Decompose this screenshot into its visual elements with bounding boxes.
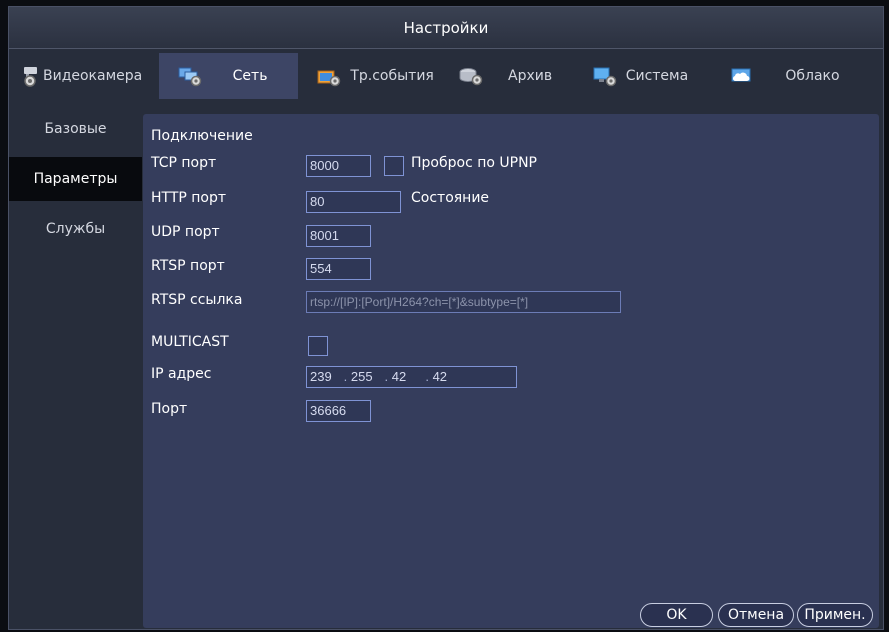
tcp-port-label: TCP порт — [151, 155, 217, 171]
archive-icon — [458, 65, 484, 87]
settings-window: Настройки Видеокамера Сеть Тр.события Ар… — [8, 6, 884, 630]
rtsp-port-field[interactable]: 554 — [306, 258, 371, 280]
sidebar-item-basic[interactable]: Базовые — [9, 107, 142, 151]
tcp-port-field[interactable]: 8000 — [306, 155, 371, 177]
sidebar: Базовые Параметры Службы — [9, 107, 142, 627]
ip-octet-4[interactable]: 42 — [433, 367, 459, 387]
sidebar-item-services[interactable]: Службы — [9, 207, 142, 251]
multicast-label: MULTICAST — [151, 334, 229, 350]
tab-bar: Видеокамера Сеть Тр.события Архив Систем… — [9, 53, 883, 99]
upnp-label: Проброс по UPNP — [411, 155, 537, 171]
sidebar-item-label: Службы — [45, 221, 106, 237]
rtsp-url-label: RTSP ссылка — [151, 292, 243, 308]
tab-label: Сеть — [232, 68, 268, 84]
tab-archive[interactable]: Архив — [450, 53, 580, 99]
ip-octet-2[interactable]: 255 — [351, 367, 381, 387]
udp-port-label: UDP порт — [151, 224, 220, 240]
tab-label: Архив — [508, 68, 553, 84]
http-port-label: HTTP порт — [151, 190, 227, 206]
sidebar-item-label: Параметры — [33, 171, 118, 187]
tab-label: Тр.события — [350, 68, 434, 84]
section-title: Подключение — [151, 128, 253, 144]
tab-label: Облако — [785, 68, 840, 84]
rtsp-port-label: RTSP порт — [151, 258, 225, 274]
http-port-field[interactable]: 80 — [306, 191, 401, 213]
rtsp-url-field: rtsp://[IP]:[Port]/H264?ch=[*]&subtype=[… — [306, 291, 621, 313]
sidebar-item-parameters[interactable]: Параметры — [9, 157, 142, 201]
ip-octet-1[interactable]: 239 — [310, 367, 340, 387]
sidebar-item-label: Базовые — [44, 121, 107, 137]
window-title: Настройки — [9, 7, 883, 49]
settings-panel: Подключение TCP порт 8000 Проброс по UPN… — [143, 114, 879, 628]
status-label: Состояние — [411, 190, 490, 206]
event-icon — [316, 65, 342, 87]
ip-octet-3[interactable]: 42 — [392, 367, 422, 387]
tab-network[interactable]: Сеть — [158, 53, 299, 99]
system-gear-icon — [592, 65, 618, 87]
tab-label: Видеокамера — [43, 68, 143, 84]
ip-address-label: IP адрес — [151, 366, 212, 382]
tab-events[interactable]: Тр.события — [298, 53, 450, 99]
port-label: Порт — [151, 401, 188, 417]
tab-label: Система — [625, 68, 689, 84]
network-gear-icon — [177, 65, 203, 87]
ok-button[interactable]: OK — [640, 603, 713, 627]
udp-port-field[interactable]: 8001 — [306, 225, 371, 247]
apply-button[interactable]: Примен. — [797, 603, 873, 627]
ip-address-field[interactable]: 239 . 255 . 42 . 42 — [306, 366, 517, 388]
tab-cloud[interactable]: Облако — [719, 53, 883, 99]
port-field[interactable]: 36666 — [306, 400, 371, 422]
cloud-icon — [729, 65, 755, 87]
tab-cameras[interactable]: Видеокамера — [9, 53, 159, 99]
tab-system[interactable]: Система — [580, 53, 720, 99]
multicast-checkbox[interactable] — [308, 336, 328, 356]
upnp-checkbox[interactable] — [384, 156, 404, 176]
cancel-button[interactable]: Отмена — [718, 603, 794, 627]
